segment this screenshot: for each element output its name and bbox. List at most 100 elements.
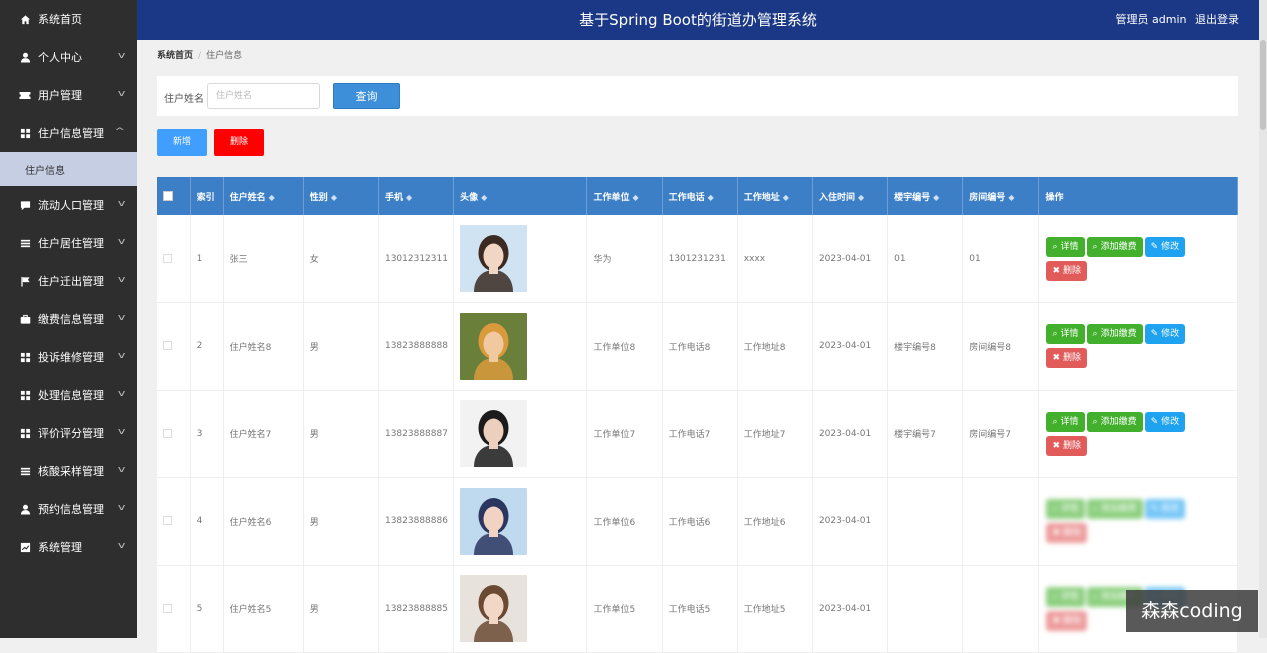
detail-button[interactable]: ⌕ 详情	[1046, 324, 1085, 345]
column-header[interactable]: 楼宇编号 ◆	[887, 177, 964, 215]
sidebar-item[interactable]: 住户迁出管理 v	[0, 262, 137, 300]
column-header[interactable]: 性别 ◆	[303, 177, 379, 215]
add-payment-button[interactable]: ⌕ 添加缴费	[1086, 236, 1143, 257]
sidebar-item[interactable]: 预约信息管理 v	[0, 490, 137, 528]
action-label: 详情	[1060, 591, 1079, 602]
logout-link[interactable]: 退出登录	[1195, 13, 1239, 26]
column-header[interactable]: 工作地址 ◆	[737, 177, 813, 215]
sort-icon[interactable]: ◆	[269, 193, 275, 202]
action-label: 添加缴费	[1100, 241, 1137, 252]
column-header[interactable]: 工作单位 ◆	[586, 177, 663, 215]
row-checkbox[interactable]	[163, 253, 172, 263]
sidebar-item[interactable]: 流动人口管理 v	[0, 186, 137, 224]
sidebar-item[interactable]: 投诉维修管理 v	[0, 338, 137, 376]
sidebar-item[interactable]: 住户信息管理 ^	[0, 114, 137, 152]
column-header[interactable]: 房间编号 ◆	[962, 177, 1040, 215]
actions-cell: ⌕详情⌕添加缴费✎修改 ✖删除	[1038, 302, 1238, 391]
table-cell: 13823888886	[378, 477, 455, 566]
action-label: 详情	[1060, 241, 1079, 252]
sort-icon[interactable]: ◆	[406, 193, 412, 202]
row-checkbox[interactable]	[163, 516, 172, 526]
list-icon	[19, 465, 31, 477]
sidebar-subitem-resident-info[interactable]: 住户信息	[0, 152, 137, 186]
sidebar-item[interactable]: 评价评分管理 v	[0, 414, 137, 452]
action-label: 添加缴费	[1100, 504, 1137, 515]
column-header[interactable]: 手机 ◆	[378, 177, 455, 215]
table-cell: 工作电话5	[662, 565, 738, 653]
row-select-cell[interactable]	[157, 302, 191, 391]
avatar-cell	[453, 477, 588, 566]
sort-icon[interactable]: ◆	[1008, 193, 1014, 202]
row-select-cell[interactable]	[157, 390, 191, 478]
detail-button[interactable]: ⌕ 详情	[1046, 236, 1085, 257]
sort-icon[interactable]: ◆	[708, 193, 714, 202]
search-name-input[interactable]: 住户姓名	[207, 83, 320, 109]
ticket-icon	[19, 89, 31, 101]
add-payment-button[interactable]: ⌕ 添加缴费	[1086, 324, 1143, 345]
sidebar-item[interactable]: 个人中心 v	[0, 38, 137, 76]
table-cell: 女	[303, 215, 379, 303]
chevron-down-icon: v	[117, 465, 126, 475]
sort-icon[interactable]: ◆	[481, 193, 487, 202]
sidebar-item[interactable]: 核酸采样管理 v	[0, 452, 137, 490]
breadcrumb-home[interactable]: 系统首页	[157, 51, 193, 61]
row-delete-button[interactable]: ✖ 删除	[1046, 610, 1088, 631]
row-checkbox[interactable]	[163, 603, 172, 613]
column-header[interactable]: 头像 ◆	[453, 177, 588, 215]
user-icon	[19, 51, 31, 63]
header-select-all[interactable]	[157, 177, 191, 215]
scrollbar-thumb[interactable]	[1260, 40, 1266, 130]
row-delete-button[interactable]: ✖ 删除	[1046, 435, 1088, 456]
trash-icon: ✖	[1052, 265, 1061, 276]
edit-button[interactable]: ✎修改	[1144, 411, 1186, 432]
row-checkbox[interactable]	[163, 428, 172, 438]
add-button[interactable]: 新增	[157, 129, 207, 156]
select-all-checkbox[interactable]	[163, 190, 173, 201]
breadcrumb-current: 住户信息	[206, 51, 243, 61]
edit-button[interactable]: ✎修改	[1144, 499, 1186, 520]
sort-icon[interactable]: ◆	[331, 193, 337, 202]
add-payment-button[interactable]: ⌕ 添加缴费	[1086, 411, 1143, 432]
row-select-cell[interactable]	[157, 477, 191, 566]
detail-button[interactable]: ⌕ 详情	[1046, 411, 1085, 432]
sidebar-item[interactable]: 系统管理 v	[0, 528, 137, 566]
sort-icon[interactable]: ◆	[858, 193, 864, 202]
edit-button[interactable]: ✎修改	[1144, 236, 1186, 257]
table-cell: 住户姓名5	[223, 565, 304, 653]
chevron-down-icon: v	[117, 51, 126, 61]
edit-button[interactable]: ✎修改	[1144, 324, 1186, 345]
query-button[interactable]: 查询	[333, 83, 400, 109]
sort-icon[interactable]: ◆	[783, 193, 789, 202]
row-select-cell[interactable]	[157, 215, 191, 303]
table-cell: 工作电话8	[662, 302, 738, 391]
column-header[interactable]: 住户姓名 ◆	[223, 177, 304, 215]
table-cell: 01	[962, 215, 1040, 303]
detail-button[interactable]: ⌕ 详情	[1046, 499, 1085, 520]
table-cell: 3	[190, 390, 224, 478]
sidebar-item[interactable]: 处理信息管理 v	[0, 376, 137, 414]
scrollbar[interactable]	[1259, 0, 1267, 638]
row-delete-button[interactable]: ✖ 删除	[1046, 260, 1088, 281]
sidebar-item[interactable]: 缴费信息管理 v	[0, 300, 137, 338]
sidebar-item[interactable]: 用户管理 v	[0, 76, 137, 114]
add-payment-button[interactable]: ⌕ 添加缴费	[1086, 499, 1143, 520]
sort-icon[interactable]: ◆	[632, 193, 638, 202]
row-checkbox[interactable]	[163, 341, 172, 351]
row-delete-button[interactable]: ✖ 删除	[1046, 523, 1088, 544]
avatar	[460, 575, 528, 643]
table-cell: 工作单位8	[586, 302, 663, 391]
sidebar-item[interactable]: 系统首页	[0, 0, 137, 38]
detail-button[interactable]: ⌕ 详情	[1046, 586, 1085, 607]
actions-cell: ⌕详情⌕添加缴费✎修改 ✖删除	[1038, 477, 1238, 566]
column-header[interactable]: 入住时间 ◆	[812, 177, 889, 215]
sidebar-item-label: 流动人口管理	[38, 199, 104, 212]
sidebar-item[interactable]: 住户居住管理 v	[0, 224, 137, 262]
row-delete-button[interactable]: ✖ 删除	[1046, 348, 1088, 369]
table-cell	[962, 477, 1040, 566]
action-label: 详情	[1060, 504, 1079, 515]
table-cell: 13823888888	[378, 302, 455, 391]
sort-icon[interactable]: ◆	[933, 193, 939, 202]
delete-button[interactable]: 删除	[214, 129, 264, 156]
row-select-cell[interactable]	[157, 565, 191, 653]
column-header[interactable]: 工作电话 ◆	[662, 177, 738, 215]
